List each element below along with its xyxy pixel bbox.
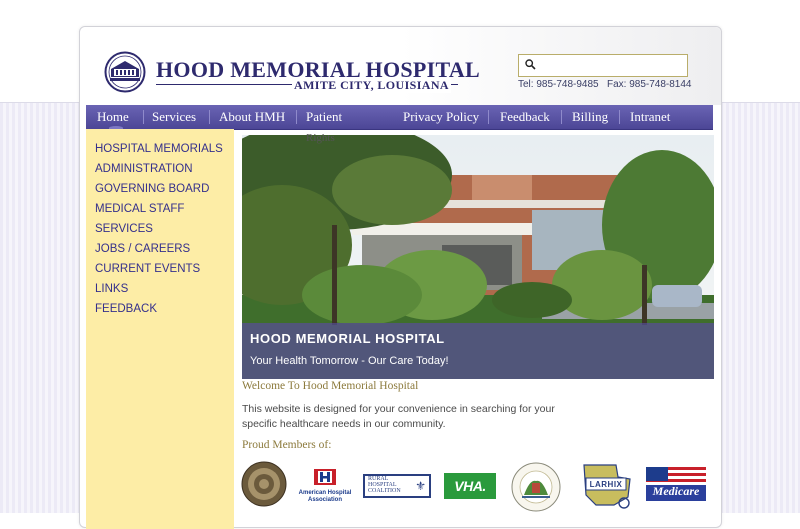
hospital-logo[interactable] <box>104 51 146 93</box>
fax-number: Fax: 985-748-8144 <box>606 79 692 90</box>
fleur-de-lis-icon: ⚜ <box>415 479 426 493</box>
nav-services[interactable]: Services <box>152 105 196 129</box>
aha-name-line2: Association <box>307 497 342 503</box>
members-heading: Proud Members of: <box>242 439 332 451</box>
sidebar: HOSPITAL MEMORIALS ADMINISTRATION GOVERN… <box>86 129 234 529</box>
page-container: HOOD MEMORIAL HOSPITAL AMITE CITY, LOUIS… <box>79 26 722 529</box>
hero-title: HOOD MEMORIAL HOSPITAL <box>250 331 445 346</box>
member-lrha-logo[interactable] <box>510 461 562 513</box>
nav-patient[interactable]: Patient <box>306 105 342 129</box>
contact-numbers: Tel: 985-748-9485 Fax: 985-748-8144 <box>518 79 691 90</box>
member-seal-logo[interactable] <box>241 461 287 507</box>
nav-feedback[interactable]: Feedback <box>500 105 550 129</box>
sidebar-item-links[interactable]: LINKS <box>95 283 128 295</box>
hero-caption: HOOD MEMORIAL HOSPITAL Your Health Tomor… <box>242 323 714 379</box>
nav-about-hmh[interactable]: About HMH <box>219 105 285 129</box>
member-vha-logo[interactable]: VHA. <box>444 473 496 499</box>
hero-banner: HOOD MEMORIAL HOSPITAL Your Health Tomor… <box>242 135 714 379</box>
nav-divider <box>143 110 144 124</box>
nav-billing[interactable]: Billing <box>572 105 608 129</box>
sidebar-item-administration[interactable]: ADMINISTRATION <box>95 163 193 175</box>
sidebar-item-feedback[interactable]: FEEDBACK <box>95 303 157 315</box>
search-input[interactable] <box>541 56 681 73</box>
member-rural-hospital-coalition-logo[interactable]: RURAL HOSPITAL COALITION ⚜ <box>363 474 431 498</box>
search-box <box>518 54 688 77</box>
hospital-city: AMITE CITY, LOUISIANA <box>292 78 451 93</box>
nav-divider <box>619 110 620 124</box>
nav-divider <box>209 110 210 124</box>
hero-tagline: Your Health Tomorrow - Our Care Today! <box>250 355 449 367</box>
vha-text: VHA. <box>454 478 486 494</box>
main-nav: Home Services About HMH Patient Privacy … <box>86 105 713 130</box>
larhix-text: LARHIX <box>589 480 623 489</box>
nav-divider <box>296 110 297 124</box>
welcome-heading: Welcome To Hood Memorial Hospital <box>242 380 419 392</box>
sidebar-item-hospital-memorials[interactable]: HOSPITAL MEMORIALS <box>95 143 223 155</box>
phone-number: Tel: 985-748-9485 <box>518 79 599 90</box>
intro-text: This website is designed for your conven… <box>242 403 555 430</box>
aha-h-icon <box>314 469 336 485</box>
sidebar-item-services[interactable]: SERVICES <box>95 223 153 235</box>
nav-privacy-policy[interactable]: Privacy Policy <box>403 105 479 129</box>
search-icon[interactable] <box>525 59 536 70</box>
nav-overflow-text: Rights <box>306 132 335 144</box>
sidebar-item-medical-staff[interactable]: MEDICAL STAFF <box>95 203 184 215</box>
nav-divider <box>488 110 489 124</box>
member-aha-logo[interactable]: American Hospital Association <box>296 469 354 505</box>
aha-name-line1: American Hospital <box>298 490 352 496</box>
nav-divider <box>561 110 562 124</box>
sidebar-item-current-events[interactable]: CURRENT EVENTS <box>95 263 200 275</box>
member-medicare-logo[interactable]: Medicare <box>646 467 706 501</box>
sidebar-item-governing-board[interactable]: GOVERNING BOARD <box>95 183 209 195</box>
site-header: HOOD MEMORIAL HOSPITAL AMITE CITY, LOUIS… <box>80 27 721 105</box>
rural-line3: COALITION <box>368 488 401 494</box>
medicare-text: Medicare <box>652 484 700 498</box>
sidebar-item-jobs-careers[interactable]: JOBS / CAREERS <box>95 243 190 255</box>
nav-intranet[interactable]: Intranet <box>630 105 670 129</box>
